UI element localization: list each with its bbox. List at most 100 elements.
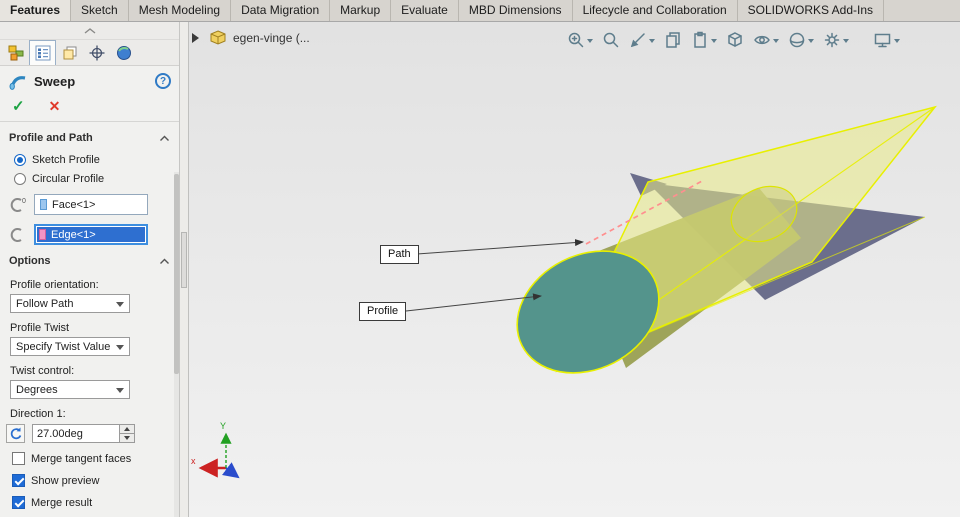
direction-input-row (6, 424, 179, 443)
reverse-direction-button[interactable] (6, 424, 25, 443)
triangle-down-icon (124, 435, 130, 443)
zoom-in-button[interactable] (567, 31, 593, 49)
panel-header: Sweep ? (0, 66, 179, 94)
hide-show-items-button[interactable] (753, 31, 779, 49)
tab-markup[interactable]: Markup (330, 0, 392, 21)
profile-twist-label: Profile Twist (10, 322, 70, 334)
checkbox-merge-result[interactable]: Merge result (12, 496, 179, 509)
view-settings-button[interactable] (823, 31, 849, 49)
chevron-down-icon[interactable] (649, 39, 655, 46)
tab-features[interactable]: Features (0, 0, 72, 21)
tab-solidworks-addins[interactable]: SOLIDWORKS Add-Ins (738, 0, 885, 21)
document-name[interactable]: egen-vinge (... (233, 31, 310, 45)
checkbox-label: Merge result (31, 496, 93, 509)
heads-up-toolbar (567, 31, 900, 49)
orientation-triad: x Y (191, 421, 240, 479)
chevron-down-icon[interactable] (894, 39, 900, 46)
profile-orientation-select[interactable]: Follow Path (10, 294, 130, 313)
path-selection-row: Edge<1> (7, 224, 179, 245)
sweep-icon (9, 76, 26, 90)
checkbox-merge-tangent-faces[interactable]: Merge tangent faces (12, 452, 179, 465)
radio-sketch-profile[interactable]: Sketch Profile (14, 154, 179, 166)
view-orientation-button[interactable] (726, 31, 744, 49)
tab-mesh-modeling[interactable]: Mesh Modeling (129, 0, 232, 21)
profile-selection-box[interactable]: Face<1> (34, 194, 148, 215)
dimxpert-crosshair-icon (89, 45, 104, 60)
chevron-down-icon[interactable] (808, 39, 814, 46)
ok-button[interactable]: ✓ (12, 99, 25, 114)
twist-control-select[interactable]: Degrees (10, 380, 130, 399)
triad-x-label: x (191, 456, 196, 466)
selection-item-selected[interactable]: Edge<1> (37, 227, 145, 242)
path-callout[interactable]: Path (380, 245, 419, 264)
checkbox-box (12, 496, 25, 509)
cancel-button[interactable]: ✕ (49, 99, 61, 114)
path-selection-box[interactable]: Edge<1> (34, 224, 148, 245)
panel-collapse-handle-icon[interactable] (83, 27, 97, 35)
selection-value: Face<1> (52, 198, 96, 211)
profile-callout[interactable]: Profile (359, 302, 407, 321)
chevron-down-icon[interactable] (773, 39, 779, 46)
tab-mbd-dimensions[interactable]: MBD Dimensions (459, 0, 573, 21)
panel-scrollbar[interactable] (174, 172, 179, 517)
tab-property-manager[interactable] (29, 40, 56, 65)
pages-icon (666, 32, 680, 48)
checkbox-show-preview[interactable]: Show preview (12, 474, 179, 487)
chevron-down-icon[interactable] (711, 39, 717, 46)
tab-display-manager[interactable] (110, 40, 137, 65)
full-screen-button[interactable] (873, 31, 900, 49)
chevron-up-icon[interactable] (159, 258, 170, 265)
path-leader-line (416, 239, 584, 255)
chevron-down-icon[interactable] (843, 39, 849, 46)
edit-appearance-button[interactable] (788, 31, 814, 49)
path-selection-icon (7, 225, 29, 245)
checkbox-label: Show preview (31, 474, 100, 487)
selection-color-swatch (40, 199, 47, 210)
radio-circular-profile[interactable]: Circular Profile (14, 173, 179, 185)
zoom-area-button[interactable] (602, 31, 620, 49)
panel-splitter[interactable] (180, 22, 189, 517)
eye-icon (754, 35, 770, 45)
tab-dimxpert-manager[interactable] (83, 40, 110, 65)
manager-tab-bar (0, 40, 179, 66)
tab-data-migration[interactable]: Data Migration (231, 0, 331, 21)
chevron-up-icon[interactable] (159, 135, 170, 142)
property-manager-panel: Sweep ? ✓ ✕ Profile and Path Sketch Prof… (0, 22, 180, 517)
gear-icon (824, 32, 840, 48)
pages-button[interactable] (664, 31, 682, 49)
group-header-options[interactable]: Options (0, 249, 179, 270)
profile-twist-select[interactable]: Specify Twist Value (10, 337, 130, 356)
twist-angle-input[interactable] (32, 424, 120, 443)
tab-configuration-manager[interactable] (56, 40, 83, 65)
model-canvas[interactable]: x Y (189, 22, 960, 517)
group-title: Profile and Path (9, 132, 93, 144)
breadcrumb: egen-vinge (... (192, 30, 310, 46)
help-button[interactable]: ? (155, 73, 171, 89)
graphics-viewport[interactable]: x Y egen-vinge (... Path Profile (189, 22, 960, 517)
section-view-button[interactable] (629, 31, 655, 49)
tree-expander-icon[interactable] (192, 33, 204, 43)
scrollbar-thumb[interactable] (174, 174, 179, 375)
group-header-profile-and-path[interactable]: Profile and Path (0, 126, 179, 147)
tab-feature-manager[interactable] (2, 40, 29, 65)
clipboard-button[interactable] (691, 31, 717, 49)
direction-label: Direction 1: (10, 408, 66, 420)
spinner-up-button[interactable] (120, 424, 135, 434)
chevron-down-icon[interactable] (587, 39, 593, 46)
splitter-grip[interactable] (181, 232, 187, 288)
spinner-down-button[interactable] (120, 433, 135, 443)
selection-color-swatch (39, 229, 46, 240)
tab-lifecycle-collaboration[interactable]: Lifecycle and Collaboration (573, 0, 738, 21)
checkbox-box (12, 452, 25, 465)
panel-title: Sweep (34, 73, 76, 89)
selection-item[interactable]: Face<1> (38, 197, 144, 212)
configuration-manager-icon (63, 46, 76, 59)
tab-sketch[interactable]: Sketch (71, 0, 129, 21)
chevron-down-icon (116, 344, 124, 354)
svg-text:0: 0 (22, 198, 26, 205)
clipboard-icon (694, 31, 706, 48)
tab-evaluate[interactable]: Evaluate (391, 0, 459, 21)
panel-top-strip (0, 22, 179, 40)
twist-control-label: Twist control: (10, 365, 75, 377)
section-view-icon (630, 33, 645, 48)
